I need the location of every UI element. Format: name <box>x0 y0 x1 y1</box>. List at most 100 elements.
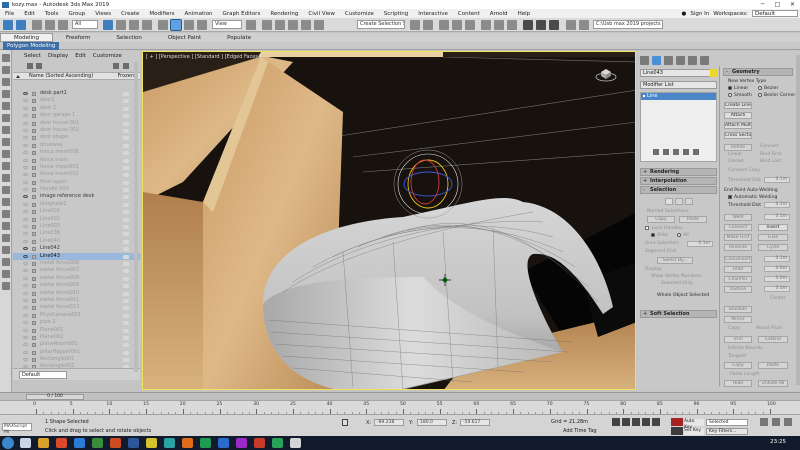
create-line-button[interactable]: Create Line <box>724 102 752 109</box>
tab-freeform[interactable]: Freeform <box>53 35 104 41</box>
attach-button[interactable]: Attach <box>724 112 752 119</box>
visibility-eye-icon[interactable] <box>23 136 28 140</box>
freeze-toggle-icon[interactable] <box>123 128 129 133</box>
scene-explorer-header[interactable]: Name (Sorted Ascending) Frozen <box>13 72 140 80</box>
helper-filter-icon[interactable] <box>2 150 10 158</box>
app-icon-5[interactable] <box>290 438 301 448</box>
visibility-eye-icon[interactable] <box>23 99 28 103</box>
scene-object-row[interactable]: Line002 <box>13 216 140 223</box>
material-editor-icon[interactable] <box>507 20 517 30</box>
scene-object-row[interactable]: planeRoom001 <box>13 341 140 348</box>
scene-object-row[interactable]: metal fence013 <box>13 304 140 311</box>
filter-icon[interactable] <box>27 63 33 69</box>
scene-object-row[interactable]: driveway <box>13 142 140 149</box>
scene-object-row[interactable]: metal fence008 <box>13 275 140 282</box>
camera-filter-icon[interactable] <box>2 138 10 146</box>
trim-button[interactable]: Trim <box>724 336 752 343</box>
lock-handles-checkbox[interactable] <box>645 226 649 230</box>
scene-object-row[interactable]: Plane002 <box>13 334 140 341</box>
geometry-filter-icon[interactable] <box>2 102 10 110</box>
scene-object-row[interactable]: Line003 <box>13 223 140 230</box>
spline-subobject-icon[interactable] <box>685 198 693 205</box>
y-coordinate-field[interactable]: 180.0 <box>417 419 447 426</box>
mirror-icon[interactable] <box>410 20 420 30</box>
outline-spinner[interactable]: 0.0m <box>764 286 790 292</box>
freeze-toggle-icon[interactable] <box>123 188 129 193</box>
visibility-eye-icon[interactable] <box>23 343 28 347</box>
excel-icon[interactable] <box>92 438 103 448</box>
fillet-spinner[interactable]: 0.0m <box>764 266 790 272</box>
group-filter-icon[interactable] <box>2 174 10 182</box>
copy-selection-button[interactable]: Copy <box>647 216 675 223</box>
layer-dropdown[interactable]: Default <box>19 371 67 379</box>
visibility-eye-icon[interactable] <box>23 328 28 332</box>
modifier-list-dropdown[interactable]: Modifier List <box>640 81 717 89</box>
attach-mult-button[interactable]: Attach Mult. <box>724 122 752 129</box>
menu-edit[interactable]: Edit <box>19 11 40 17</box>
scene-object-row[interactable]: Line043 <box>13 252 140 260</box>
scene-object-row[interactable]: pillarHapper001 <box>13 349 140 356</box>
scene-object-row[interactable]: fence mesh002 <box>13 171 140 178</box>
expand-icon[interactable] <box>113 63 119 69</box>
scene-object-row[interactable]: Line042 <box>13 245 140 252</box>
key-selection-dropdown[interactable]: Selected <box>706 419 748 426</box>
object-name-field[interactable]: Line043 <box>640 69 717 77</box>
connect-button[interactable]: Connect <box>724 224 752 231</box>
weld-threshold-spinner[interactable]: 0.1m <box>764 202 790 208</box>
object-color-swatch[interactable] <box>710 69 717 77</box>
crossinsert-spinner[interactable]: 0.1m <box>764 256 790 262</box>
visibility-eye-icon[interactable] <box>23 188 28 192</box>
freeze-toggle-icon[interactable] <box>123 276 129 281</box>
shape-filter-icon[interactable] <box>2 114 10 122</box>
angle-snap-icon[interactable] <box>275 20 285 30</box>
menu-graph-editors[interactable]: Graph Editors <box>218 11 266 17</box>
word-icon[interactable] <box>128 438 139 448</box>
scene-object-row[interactable]: metal fence007 <box>13 267 140 274</box>
auto-key-button[interactable]: Auto Key <box>684 419 704 430</box>
scene-object-row[interactable]: Rectangle001 <box>13 356 140 363</box>
rollout-interpolation[interactable]: Interpolation <box>640 177 717 185</box>
chrome-icon[interactable] <box>146 438 157 448</box>
play-icon[interactable] <box>632 418 640 426</box>
photoshop-icon[interactable] <box>218 438 229 448</box>
tangent-copy-button[interactable]: Copy <box>724 362 752 369</box>
scene-object-row[interactable]: fence main <box>13 157 140 164</box>
freeze-toggle-icon[interactable] <box>123 121 129 126</box>
refine-button[interactable]: Refine <box>724 144 752 151</box>
scene-object-row[interactable]: door house 002 <box>13 127 140 134</box>
show-end-result-icon[interactable] <box>663 149 669 155</box>
cross-section-button[interactable]: Cross Section <box>724 132 752 139</box>
select-move-icon[interactable] <box>158 20 168 30</box>
chamfer-spinner[interactable]: 0.0m <box>764 276 790 282</box>
threshold-dist-spinner[interactable]: 0.1m <box>764 177 790 183</box>
create-icon[interactable] <box>2 54 10 62</box>
hide-icon[interactable] <box>2 78 10 86</box>
visibility-eye-icon[interactable] <box>23 92 28 95</box>
configure-modifier-sets-icon[interactable] <box>693 149 699 155</box>
visibility-eye-icon[interactable] <box>23 291 28 295</box>
chamfer-button[interactable]: Chamfer <box>724 276 752 283</box>
visibility-eye-icon[interactable] <box>23 106 28 110</box>
scene-object-row[interactable]: metal fence009 <box>13 282 140 289</box>
app-icon-3[interactable] <box>254 438 265 448</box>
polygon-modeling-button[interactable]: Polygon Modeling <box>3 42 60 50</box>
create-panel-icon[interactable] <box>640 56 649 65</box>
unlink-icon[interactable] <box>45 20 55 30</box>
scene-object-row[interactable]: door garage 1 <box>13 112 140 119</box>
a360-icon[interactable] <box>566 20 576 30</box>
toggle-layer-explorer-icon[interactable] <box>452 20 462 30</box>
freeze-toggle-icon[interactable] <box>123 358 129 363</box>
scene-explorer-scrollbar[interactable] <box>134 62 138 372</box>
selection-lock-icon[interactable] <box>342 419 348 426</box>
selection-filter-dropdown[interactable]: All <box>72 20 98 29</box>
all-radio[interactable] <box>677 233 681 237</box>
visibility-eye-icon[interactable] <box>23 306 28 310</box>
align-icon[interactable] <box>423 20 433 30</box>
automatic-welding-checkbox[interactable] <box>728 195 732 199</box>
menu-content[interactable]: Content <box>453 11 485 17</box>
rollout-rendering[interactable]: Rendering <box>640 168 717 176</box>
weld-spinner[interactable]: 0.1m <box>764 214 790 220</box>
pan-icon[interactable] <box>784 418 792 426</box>
go-to-start-icon[interactable] <box>612 418 620 426</box>
visibility-eye-icon[interactable] <box>23 284 28 288</box>
